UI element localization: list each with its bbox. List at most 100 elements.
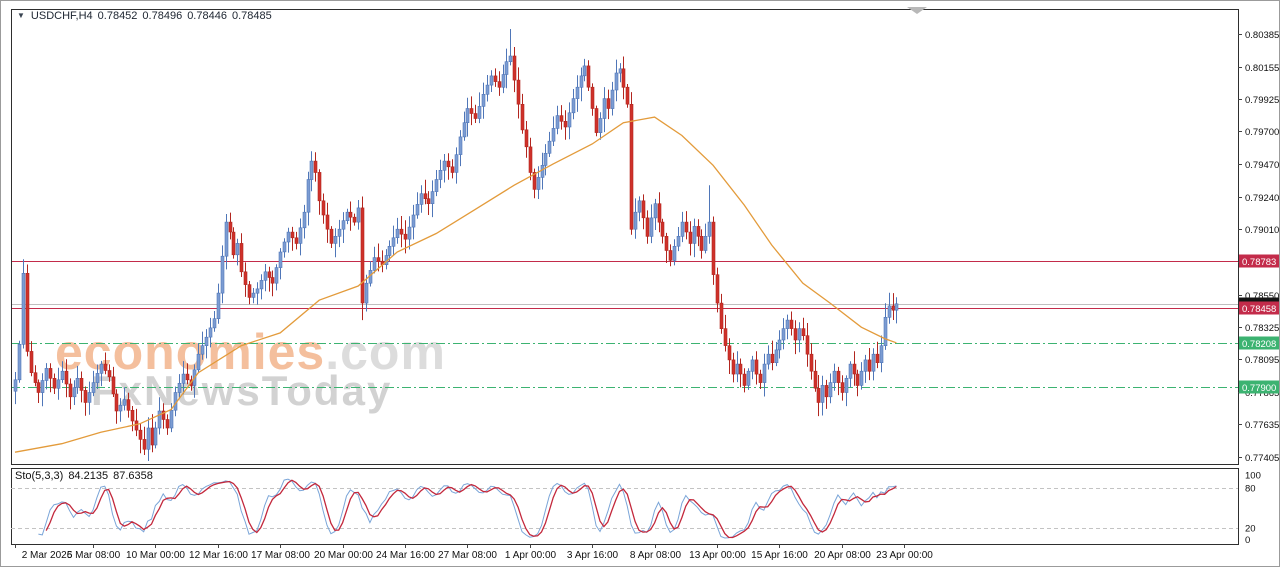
- time-tick-label: 27 Mar 08:00: [438, 550, 497, 561]
- candle-body: [447, 161, 450, 167]
- candle-body: [708, 222, 711, 236]
- candle-body: [100, 364, 103, 373]
- candle-body: [244, 272, 247, 285]
- price-tick-label: 0.79470: [1245, 160, 1279, 171]
- stoch-axis-label: 0: [1245, 535, 1250, 546]
- candle-body: [139, 430, 142, 439]
- candle-body: [743, 374, 746, 385]
- candle-body: [264, 272, 267, 281]
- candle-body: [541, 165, 544, 177]
- candle-body: [697, 226, 700, 236]
- candle-body: [685, 222, 688, 232]
- candle-body: [626, 87, 629, 104]
- candle-body: [123, 400, 126, 406]
- candle-body: [498, 82, 501, 88]
- candle-body: [537, 177, 540, 189]
- candle-body: [115, 394, 118, 411]
- candle-body: [392, 238, 395, 247]
- candle-body: [314, 161, 317, 172]
- symbol-period-label: USDCHF,H4: [31, 10, 93, 22]
- candle-body: [552, 128, 555, 141]
- candle-body: [817, 388, 820, 402]
- time-tick-label: 20 Mar 00:00: [314, 550, 373, 561]
- chart-canvas[interactable]: 0.803850.801550.799250.797000.794700.792…: [1, 1, 1279, 566]
- candle-body: [287, 232, 290, 242]
- candle-body: [158, 411, 161, 428]
- candle-body: [619, 69, 622, 73]
- symbol-header: ▼USDCHF,H40.784520.784960.784460.78485: [17, 10, 272, 22]
- candle-body: [377, 258, 380, 262]
- candle-body: [829, 383, 832, 397]
- candle-body: [299, 228, 302, 244]
- ohlc-open: 0.78452: [98, 10, 138, 22]
- candle-body: [119, 405, 122, 411]
- candle-body: [790, 320, 793, 329]
- candle-body: [572, 99, 575, 113]
- candle-body: [470, 109, 473, 114]
- candle-body: [689, 232, 692, 243]
- candle-body: [151, 428, 154, 445]
- price-tick-label: 0.78325: [1245, 323, 1279, 334]
- candle-body: [201, 346, 204, 355]
- candle-body: [856, 374, 859, 385]
- candle-body: [669, 251, 672, 261]
- candle-body: [236, 243, 239, 254]
- candle-body: [275, 268, 278, 284]
- candle-body: [268, 272, 271, 278]
- time-tick-label: 8 Apr 08:00: [630, 550, 682, 561]
- stoch-axis-label: 80: [1245, 483, 1256, 494]
- price-tick-label: 0.77405: [1245, 453, 1279, 464]
- candle-body: [665, 236, 668, 250]
- symbol-dropdown-icon[interactable]: ▼: [17, 11, 25, 20]
- candle-body: [825, 385, 828, 396]
- candle-body: [443, 161, 446, 170]
- candle-body: [260, 280, 263, 289]
- candle-body: [346, 212, 349, 221]
- candle-body: [463, 123, 466, 137]
- candle-body: [607, 99, 610, 109]
- candle-body: [771, 354, 774, 363]
- chart-window: economies.com FxNewsToday 0.803850.80155…: [0, 0, 1280, 567]
- candle-body: [217, 293, 220, 319]
- candle-body: [252, 293, 255, 297]
- candle-body: [127, 400, 130, 411]
- candle-body: [673, 246, 676, 260]
- candle-body: [361, 208, 364, 303]
- candle-body: [248, 285, 251, 298]
- candle-body: [864, 360, 867, 371]
- stochastic-name: Sto(5,3,3): [15, 470, 63, 482]
- candle-body: [408, 227, 411, 239]
- candle-body: [568, 113, 571, 127]
- price-tick-label: 0.79010: [1245, 225, 1279, 236]
- candle-body: [295, 238, 298, 244]
- candle-body: [455, 155, 458, 173]
- candle-body: [814, 371, 817, 388]
- candle-body: [505, 62, 508, 75]
- candle-body: [494, 76, 497, 82]
- candle-body: [271, 278, 274, 284]
- level-price-badge: 0.77900: [1242, 383, 1276, 394]
- candle-body: [724, 329, 727, 346]
- candle-body: [544, 153, 547, 165]
- candle-body: [860, 371, 863, 385]
- candle-body: [650, 218, 653, 237]
- candle-body: [84, 390, 87, 402]
- candle-body: [322, 201, 325, 215]
- candle-body: [712, 222, 715, 275]
- candle-body: [342, 221, 345, 230]
- candle-body: [853, 364, 856, 374]
- candle-body: [147, 428, 150, 449]
- candle-body: [205, 337, 208, 346]
- candle-body: [412, 215, 415, 227]
- candle-body: [603, 99, 606, 119]
- candle-body: [240, 243, 243, 271]
- candle-body: [548, 141, 551, 153]
- candle-body: [88, 393, 91, 403]
- candle-body: [229, 222, 232, 232]
- candle-body: [587, 66, 590, 87]
- time-tick-label: 20 Apr 08:00: [814, 550, 871, 561]
- candle-body: [517, 80, 520, 104]
- candle-body: [396, 229, 399, 238]
- candle-body: [759, 374, 762, 383]
- chart-shift-marker[interactable]: [907, 7, 927, 14]
